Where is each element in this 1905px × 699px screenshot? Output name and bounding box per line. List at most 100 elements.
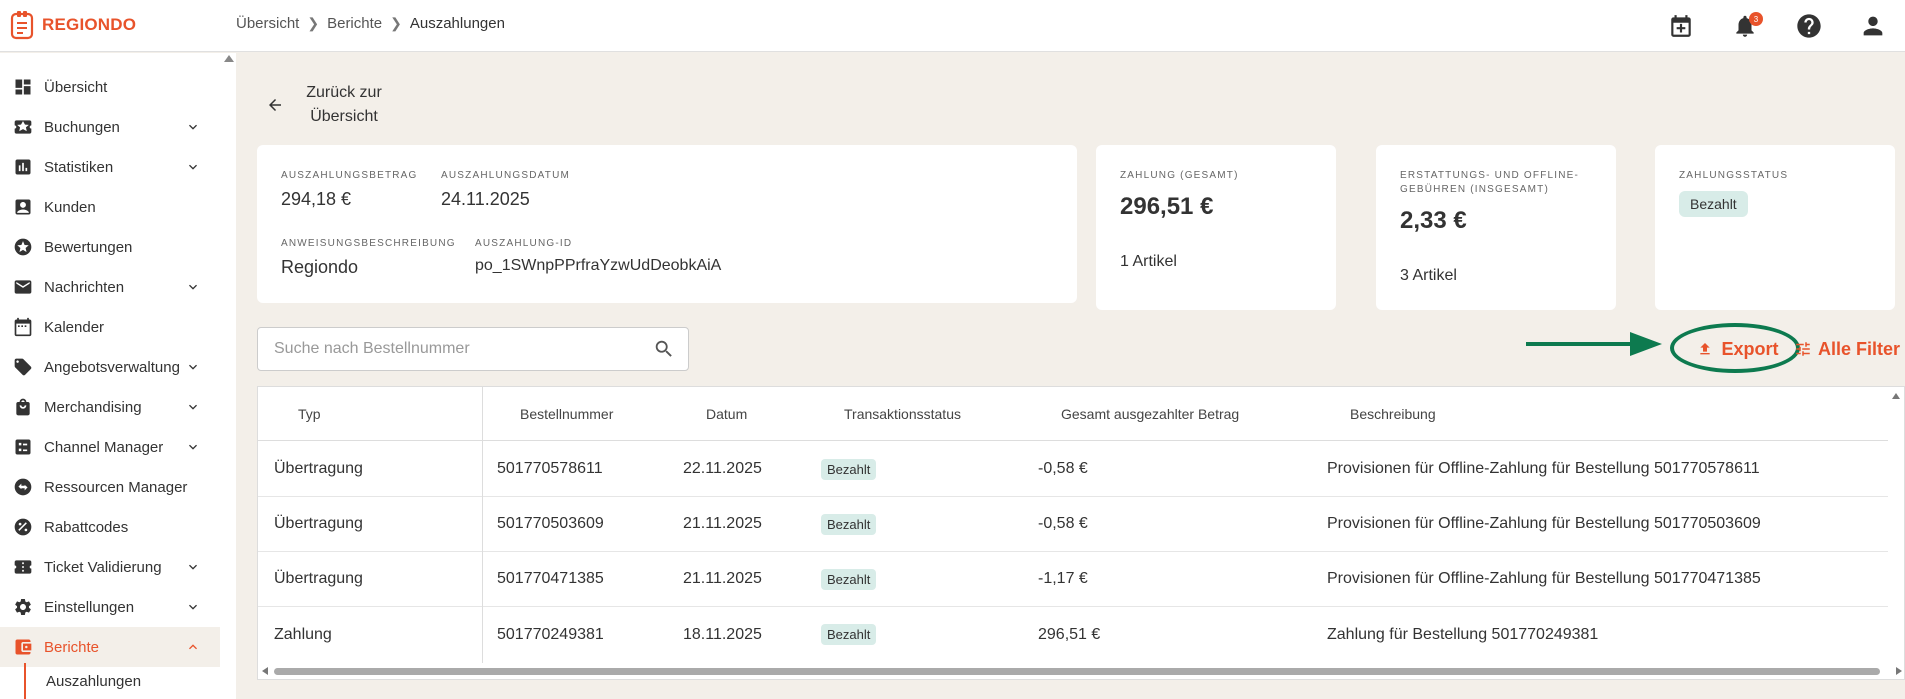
- fees-total-label: ERSTATTUNGS- UND OFFLINE-GEBÜHREN (INSGE…: [1400, 170, 1580, 195]
- sidebar-item-label: Nachrichten: [44, 278, 125, 296]
- payout-amount-value: 294,18 €: [281, 189, 352, 209]
- shopping-bag-icon: [12, 396, 34, 418]
- dashboard-icon: [12, 76, 34, 98]
- sidebar-item-label: Einstellungen: [44, 598, 135, 616]
- regiondo-logo-icon: [10, 11, 34, 40]
- tune-icon: [1796, 342, 1810, 356]
- sidebar-item-label: Merchandising: [44, 398, 142, 416]
- sidebar-item-label: Berichte: [44, 638, 100, 656]
- cell-amount: -0,58 €: [1038, 460, 1088, 477]
- scroll-up-icon[interactable]: [1892, 393, 1900, 399]
- vertical-scrollbar[interactable]: [1888, 387, 1904, 665]
- payout-description-value: Regiondo: [281, 257, 359, 277]
- sidebar-item-label: Übersicht: [44, 78, 108, 96]
- sidebar-item-ticket-validation[interactable]: Ticket Validierung: [0, 547, 220, 587]
- sidebar-item-reviews[interactable]: Bewertungen: [0, 227, 220, 267]
- column-header-date[interactable]: Datum: [706, 406, 747, 422]
- status-badge: Bezahlt: [821, 568, 877, 590]
- payout-date-label: AUSZAHLUNGSDATUM: [441, 170, 571, 181]
- back-button[interactable]: Zurück zur Übersicht: [266, 81, 384, 129]
- export-label: Export: [1721, 338, 1779, 359]
- all-filters-label: Alle Filter: [1818, 338, 1901, 359]
- payout-id-label: AUSZAHLUNG-ID: [475, 238, 573, 249]
- mail-icon: [12, 276, 34, 298]
- sidebar-item-settings[interactable]: Einstellungen: [0, 587, 220, 627]
- horizontal-scrollbar[interactable]: [258, 663, 1904, 679]
- sidebar-item-label: Kunden: [44, 198, 96, 216]
- sidebar-item-resources[interactable]: Ressourcen Manager: [0, 467, 220, 507]
- sidebar-item-customers[interactable]: Kunden: [0, 187, 220, 227]
- sidebar-item-label: Statistiken: [44, 158, 114, 176]
- bar-chart-icon: [12, 156, 34, 178]
- cell-amount: -0,58 €: [1038, 515, 1088, 532]
- sidebar-subitem-payouts[interactable]: Auszahlungen: [24, 663, 141, 699]
- sidebar-item-bookings[interactable]: Buchungen: [0, 107, 220, 147]
- notification-badge: 3: [1749, 12, 1763, 26]
- sidebar-item-channel-manager[interactable]: Channel Manager: [0, 427, 220, 467]
- fees-total-card: ERSTATTUNGS- UND OFFLINE-GEBÜHREN (INSGE…: [1376, 145, 1616, 310]
- logo[interactable]: REGIONDO: [8, 10, 136, 40]
- cell-date: 18.11.2025: [683, 625, 762, 643]
- sidebar-item-label: Rabattcodes: [44, 518, 129, 536]
- payment-total-value: 296,51 €: [1120, 193, 1214, 220]
- help-icon[interactable]: [1777, 0, 1841, 52]
- sidebar-item-discount-codes[interactable]: Rabattcodes: [0, 507, 220, 547]
- payment-status-card: ZAHLUNGSSTATUS Bezahlt: [1655, 145, 1895, 310]
- sidebar-item-label: Kalender: [44, 318, 105, 336]
- cell-order-number: 501770249381: [497, 625, 604, 643]
- scrollbar-thumb[interactable]: [274, 668, 1880, 675]
- column-header-description[interactable]: Beschreibung: [1350, 406, 1436, 422]
- chevron-right-icon: ❯: [390, 15, 402, 31]
- sidebar-item-reports[interactable]: Berichte: [0, 627, 220, 667]
- fees-total-value: 2,33 €: [1400, 207, 1467, 234]
- sidebar-item-messages[interactable]: Nachrichten: [0, 267, 220, 307]
- cell-type: Übertragung: [274, 460, 363, 477]
- cell-amount: -1,17 €: [1038, 570, 1088, 587]
- table-row[interactable]: Übertragung 501770578611 22.11.2025 Beza…: [258, 442, 1890, 497]
- search-icon[interactable]: [640, 338, 688, 360]
- chevron-down-icon: [184, 398, 202, 416]
- sidebar-item-statistics[interactable]: Statistiken: [0, 147, 220, 187]
- payout-id-value: po_1SWnpPPrfraYzwUdDeobkAiA: [475, 257, 722, 274]
- column-header-total-paid-out[interactable]: Gesamt ausgezahlter Betrag: [1061, 406, 1239, 422]
- column-divider: [482, 387, 483, 665]
- chevron-up-icon: [184, 638, 202, 656]
- search-input[interactable]: [258, 340, 640, 358]
- sidebar-scroll-up-icon[interactable]: [224, 55, 234, 62]
- cell-type: Übertragung: [274, 570, 363, 587]
- calendar-add-icon[interactable]: [1649, 0, 1713, 52]
- cell-date: 21.11.2025: [683, 570, 762, 587]
- bell-icon[interactable]: 3: [1713, 0, 1777, 52]
- sidebar-item-label: Angebotsverwaltung: [44, 358, 180, 376]
- sidebar-item-overview[interactable]: Übersicht: [0, 67, 220, 107]
- all-filters-button[interactable]: Alle Filter: [1794, 325, 1900, 373]
- export-button[interactable]: Export: [1676, 325, 1800, 373]
- sidebar-item-merchandising[interactable]: Merchandising: [0, 387, 220, 427]
- column-header-type[interactable]: Typ: [298, 406, 321, 422]
- back-label: Zurück zur Übersicht: [306, 84, 382, 125]
- table-header: Typ Bestellnummer Datum Transaktionsstat…: [258, 387, 1890, 441]
- table-row[interactable]: Zahlung 501770249381 18.11.2025 Bezahlt …: [258, 607, 1890, 662]
- breadcrumb-item-overview[interactable]: Übersicht: [236, 15, 299, 32]
- cell-description: Provisionen für Offline-Zahlung für Best…: [1327, 460, 1760, 477]
- cell-type: Zahlung: [274, 625, 332, 643]
- table-row[interactable]: Übertragung 501770471385 21.11.2025 Beza…: [258, 552, 1890, 607]
- cell-date: 22.11.2025: [683, 460, 762, 477]
- table-row[interactable]: Übertragung 501770503609 21.11.2025 Beza…: [258, 497, 1890, 552]
- cell-order-number: 501770578611: [497, 460, 603, 477]
- column-header-order-number[interactable]: Bestellnummer: [520, 406, 613, 422]
- scroll-right-icon[interactable]: [1896, 667, 1902, 675]
- sidebar-item-offers[interactable]: Angebotsverwaltung: [0, 347, 220, 387]
- breadcrumb-item-reports[interactable]: Berichte: [327, 15, 382, 32]
- column-header-transaction-status[interactable]: Transaktionsstatus: [844, 406, 961, 422]
- wallet-icon: [12, 636, 34, 658]
- account-icon[interactable]: [1841, 0, 1905, 52]
- scroll-left-icon[interactable]: [262, 667, 268, 675]
- sidebar-item-label: Channel Manager: [44, 438, 164, 456]
- ticket-star-icon: [12, 116, 34, 138]
- payment-total-label: ZAHLUNG (GESAMT): [1120, 170, 1239, 181]
- top-bar: REGIONDO Übersicht ❯ Berichte ❯ Auszahlu…: [0, 0, 1905, 52]
- payment-status-label: ZAHLUNGSSTATUS: [1679, 170, 1789, 181]
- sidebar-item-calendar[interactable]: Kalender: [0, 307, 220, 347]
- main-content: Zurück zur Übersicht AUSZAHLUNGSBETRAG 2…: [236, 53, 1905, 699]
